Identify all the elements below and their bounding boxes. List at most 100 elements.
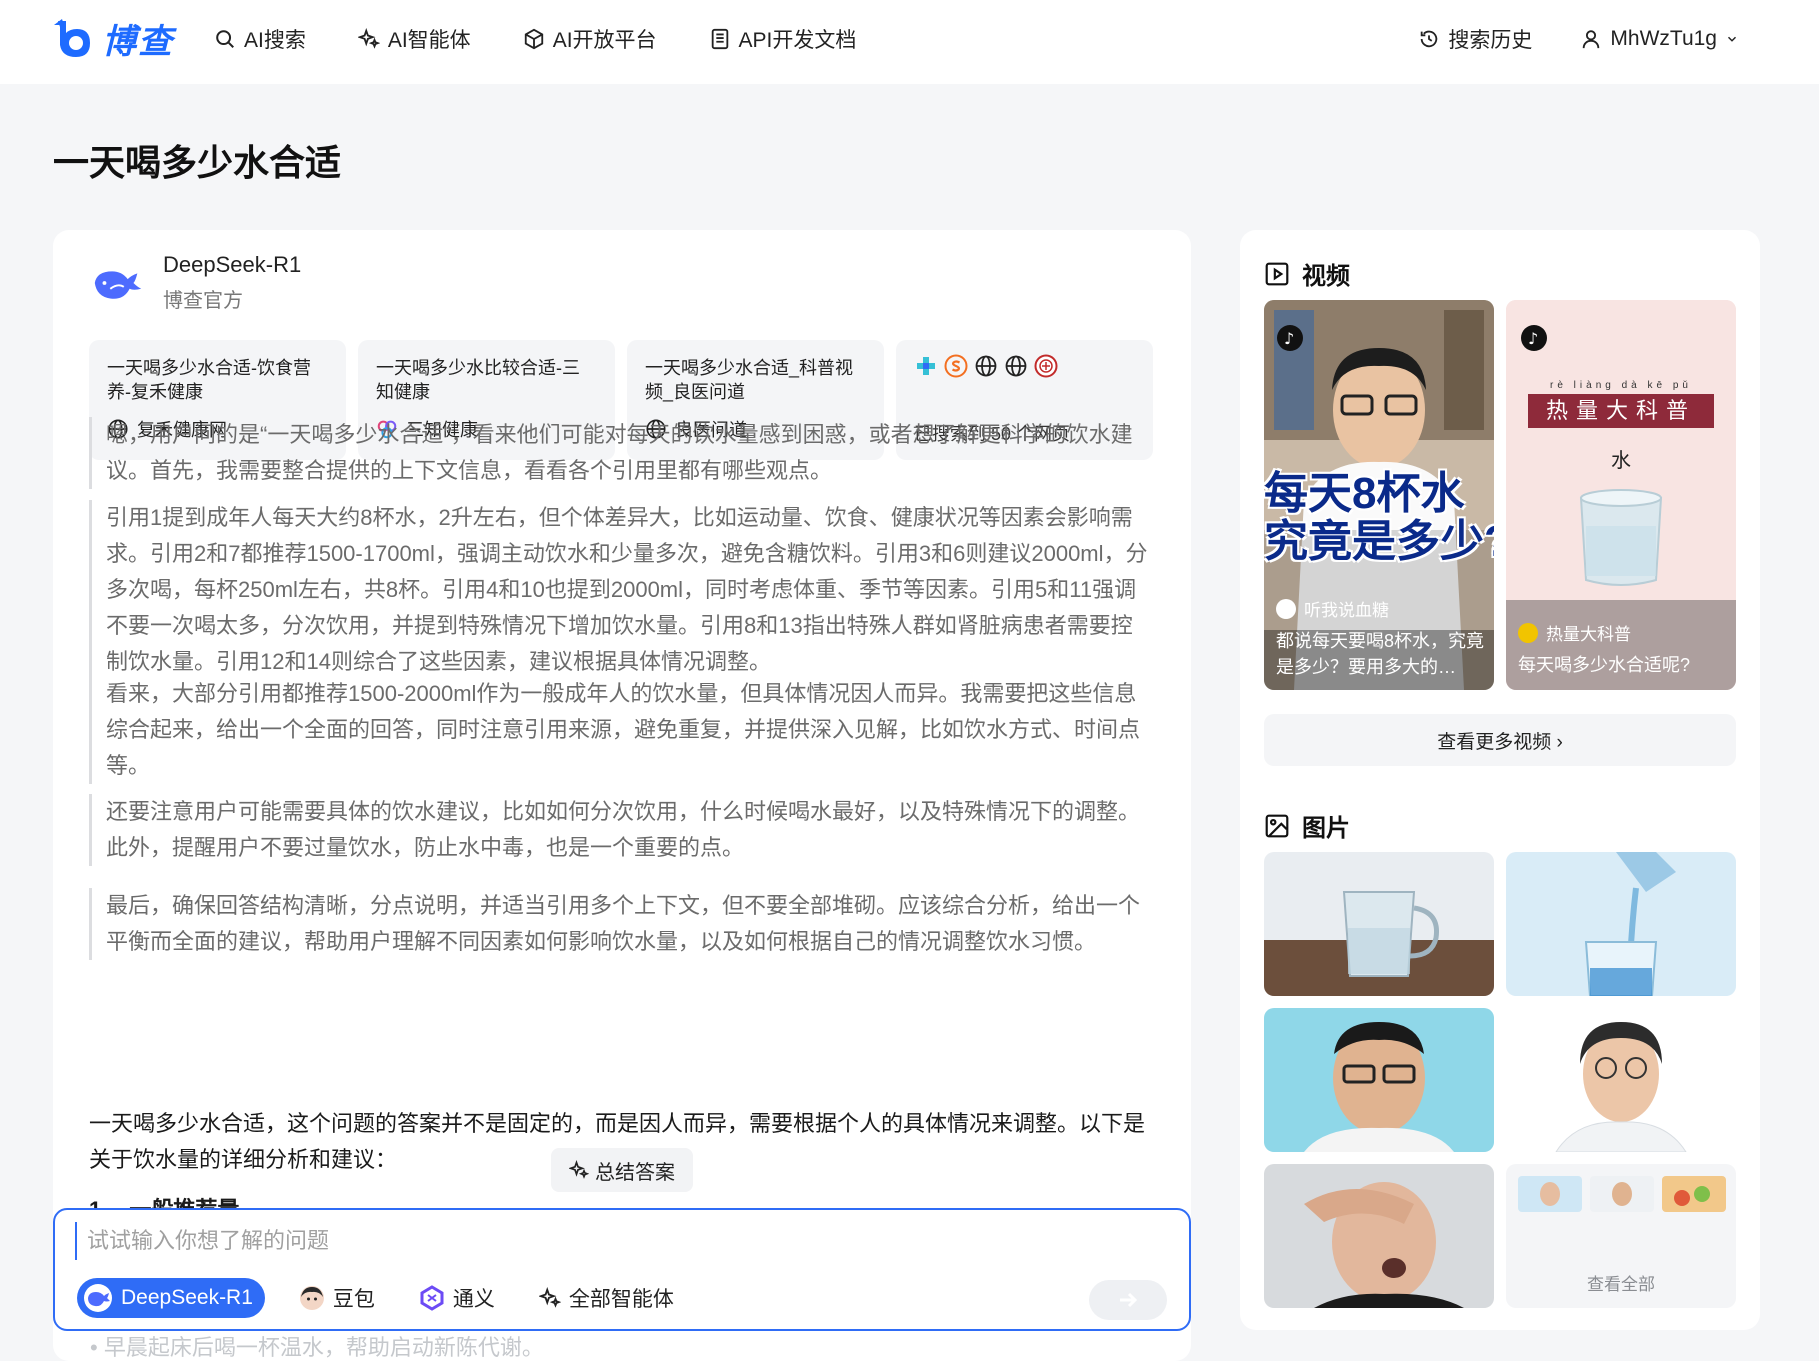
video-header-text: 热量大科普	[1545, 398, 1696, 423]
image-icon	[1265, 814, 1289, 837]
send-button[interactable]	[1089, 1280, 1167, 1320]
video-caption: 每天喝多少水合适呢?	[1518, 655, 1691, 675]
faded-answer-line: 早晨起床后喝一杯温水，帮助启动新陈代谢。	[103, 1335, 544, 1360]
media-sidebar: 视频 ♪ 每天8杯水 究竟是多少? 听我说血糖 都说每天要喝8杯水，究竟是多少？…	[1240, 230, 1760, 1330]
view-all-images[interactable]: 查看全部	[1506, 1164, 1736, 1308]
video-author-name: 听我说血糖	[1304, 601, 1389, 620]
agent-selector: DeepSeek-R1 豆包 通义 全部智能体	[77, 1278, 684, 1318]
agent-label: 豆包	[332, 1288, 375, 1311]
chevron-down-icon	[1727, 36, 1737, 42]
video-card[interactable]: ♪ rè liàng dà kē pǔ 热量大科普 水 热量大科普 每天喝多少水…	[1506, 300, 1736, 690]
nav-api-docs[interactable]: API开发文档	[709, 24, 857, 54]
deepseek-whale-icon	[84, 1284, 112, 1312]
agent-all[interactable]: 全部智能体	[529, 1278, 684, 1318]
question-input[interactable]	[75, 1222, 1075, 1260]
sogou-icon	[944, 354, 968, 378]
tongyi-icon	[420, 1285, 444, 1311]
history-icon	[1421, 30, 1438, 48]
answer-card: DeepSeek-R1 博查官方 一天喝多少水合适-饮食营养-复禾健康 复禾健康…	[53, 230, 1191, 1361]
svg-text:♪: ♪	[1284, 329, 1294, 348]
summarize-button[interactable]: 总结答案	[551, 1148, 693, 1192]
summarize-label: 总结答案	[595, 1161, 675, 1184]
deepseek-whale-icon	[94, 270, 142, 299]
nav-label: AI开放平台	[552, 29, 657, 52]
video-ruby: rè liàng dà kē pǔ	[1550, 380, 1692, 391]
thinking-paragraph: 嗯，用户问的是“一天喝多少水合适”，看来他们可能对每天的饮水量感到困惑，或者想了…	[89, 417, 1149, 489]
nav-open-platform[interactable]: AI开放平台	[523, 24, 657, 54]
medical-cross-icon	[917, 357, 935, 375]
history-label: 搜索历史	[1448, 29, 1533, 52]
nav-label: AI搜索	[244, 29, 306, 52]
reference-title: 一天喝多少水合适-饮食营养-复禾健康	[107, 358, 311, 402]
thinking-paragraph: 还要注意用户可能需要具体的饮水建议，比如如何分次饮用，什么时候喝水最好，以及特殊…	[89, 794, 1149, 866]
agent-doubao[interactable]: 豆包	[289, 1278, 385, 1318]
user-menu[interactable]: MhWzTu1g	[1580, 27, 1739, 51]
reference-title: 一天喝多少水合适_科普视频_良医问道	[645, 358, 854, 402]
sparkle-icon	[569, 1160, 589, 1179]
video-author: 听我说血糖	[1276, 596, 1389, 621]
author-avatar	[1518, 622, 1538, 643]
glass-of-water-image	[1264, 852, 1494, 996]
agent-label: 通义	[452, 1288, 495, 1311]
question-input-box: DeepSeek-R1 豆包 通义 全部智能体	[53, 1208, 1191, 1331]
agent-label: DeepSeek-R1	[121, 1286, 253, 1309]
tired-man-image	[1264, 1164, 1494, 1308]
doubao-avatar-icon	[299, 1286, 324, 1310]
document-icon	[711, 28, 728, 50]
image-thumb[interactable]	[1506, 852, 1736, 996]
videos-section-title: 视频	[1264, 256, 1350, 291]
svg-text:♪: ♪	[1528, 329, 1538, 348]
search-history-button[interactable]: 搜索历史	[1418, 24, 1532, 54]
user-icon	[1583, 30, 1600, 49]
nav-ai-agents[interactable]: AI智能体	[357, 24, 471, 54]
image-thumb[interactable]	[1264, 1008, 1494, 1152]
video-author: 热量大科普	[1518, 620, 1631, 645]
agent-deepseek-r1[interactable]: DeepSeek-R1	[77, 1278, 265, 1318]
video-overlay-text: 每天8杯水 究竟是多少?	[1264, 469, 1494, 566]
agent-tongyi[interactable]: 通义	[409, 1278, 505, 1318]
nav-label: AI智能体	[387, 29, 471, 52]
globe-icon	[975, 355, 997, 377]
search-icon	[216, 30, 234, 48]
agent-label: 全部智能体	[568, 1288, 674, 1311]
brand-logo[interactable]: 博查	[52, 14, 174, 63]
thinking-paragraph: 引用1提到成年人每天大约8杯水，2升左右，但个体差异大，比如运动量、饮食、健康状…	[89, 500, 1149, 680]
video-word: 水	[1611, 450, 1631, 472]
video-caption: 都说每天要喝8杯水，究竟是多少？要用多大的…	[1276, 631, 1485, 677]
cube-icon	[524, 28, 543, 50]
model-sub: 博查官方	[163, 290, 243, 312]
image-thumb[interactable]	[1264, 852, 1494, 996]
videos-title: 视频	[1302, 263, 1350, 290]
thinking-paragraph: 看来，大部分引用都推荐1500-2000ml作为一般成年人的饮水量，但具体情况因…	[89, 676, 1149, 784]
right-nav: 搜索历史 MhWzTu1g	[1418, 24, 1739, 54]
logo-icon	[54, 18, 90, 57]
globe-icon	[1005, 355, 1027, 377]
top-bar: 博查 AI搜索 AI智能体 AI开放平台 API开发文档 搜索历史 MhWzTu…	[0, 0, 1819, 84]
source-icons	[914, 354, 1135, 378]
faded-answer-text: • 早晨起床后喝一杯温水，帮助启动新陈代谢。	[90, 1335, 544, 1360]
doctor-portrait-image	[1506, 1008, 1736, 1152]
arrow-right-icon	[1120, 1292, 1138, 1308]
nav-label: API开发文档	[738, 29, 857, 52]
sparkle-icon	[538, 1287, 561, 1308]
sparkle-icon	[357, 28, 380, 49]
thinking-paragraph: 最后，确保回答结构清晰，分点说明，并适当引用多个上下文，但不要全部堆砌。应该综合…	[89, 888, 1149, 960]
author-avatar	[1276, 598, 1296, 619]
view-all-label: 查看全部	[1587, 1275, 1655, 1294]
video-author-name: 热量大科普	[1546, 625, 1631, 644]
video-icon	[1265, 262, 1289, 285]
images-title: 图片	[1302, 815, 1350, 842]
image-thumb[interactable]	[1264, 1164, 1494, 1308]
reference-title: 一天喝多少水比较合适-三知健康	[376, 358, 580, 402]
video-card[interactable]: ♪ 每天8杯水 究竟是多少? 听我说血糖 都说每天要喝8杯水，究竟是多少？要用多…	[1264, 300, 1494, 690]
pouring-water-image	[1506, 852, 1736, 996]
main-nav: AI搜索 AI智能体 AI开放平台 API开发文档	[214, 24, 856, 54]
hospital-seal-icon	[1034, 354, 1058, 378]
more-videos-button[interactable]: 查看更多视频 ›	[1264, 714, 1736, 766]
page-title: 一天喝多少水合适	[53, 142, 342, 183]
model-header: DeepSeek-R1 博查官方	[89, 252, 301, 313]
nav-ai-search[interactable]: AI搜索	[214, 24, 306, 54]
brand-name: 博查	[102, 23, 174, 61]
image-thumb[interactable]	[1506, 1008, 1736, 1152]
doctor-portrait-image	[1264, 1008, 1494, 1152]
